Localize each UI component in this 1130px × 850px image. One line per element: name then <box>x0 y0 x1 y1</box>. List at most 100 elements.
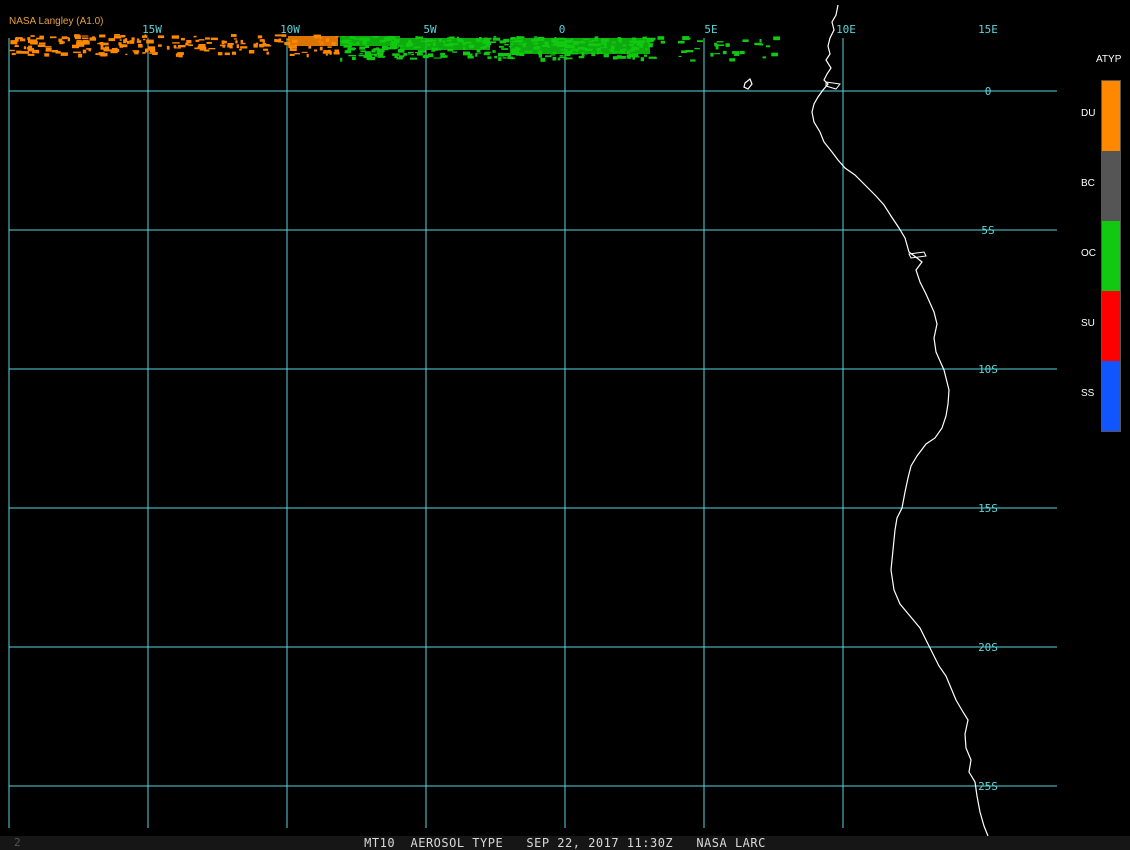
aerosol-pixel <box>178 53 183 58</box>
aerosol-pixel <box>559 55 564 57</box>
aerosol-pixel <box>262 40 265 43</box>
aerosol-pixel <box>640 57 644 62</box>
aerosol-pixel <box>612 56 618 60</box>
aerosol-pixel <box>392 53 400 56</box>
bioko-island-outline <box>743 78 753 90</box>
aerosol-pixel <box>76 40 83 42</box>
aerosol-pixel <box>204 49 210 52</box>
aerosol-pixel <box>359 53 363 55</box>
aerosol-pixel <box>105 53 108 57</box>
aerosol-pixel <box>263 48 269 51</box>
aerosol-pixel <box>507 55 511 59</box>
aerosol-pixel <box>45 50 53 52</box>
aerosol-pixel <box>174 47 181 49</box>
aerosol-pixel <box>417 50 426 53</box>
aerosol-pixel <box>340 57 343 62</box>
aerosol-pixel <box>681 50 687 53</box>
aerosol-pixel <box>334 49 340 53</box>
aerosol-pixel <box>440 55 448 58</box>
aerosol-pixel <box>644 54 648 57</box>
aerosol-pixel <box>618 55 626 59</box>
aerosol-pixel <box>739 50 745 55</box>
aerosol-pixel <box>306 53 309 58</box>
aerosol-pixel <box>51 50 59 53</box>
aerosol-pixel <box>725 43 730 47</box>
aerosol-pixel <box>411 53 414 56</box>
aerosol-pixel <box>396 57 403 60</box>
aerosol-pixel <box>21 51 30 54</box>
aerosol-pixel <box>27 46 32 50</box>
aerosol-pixel <box>717 44 725 46</box>
aerosol-pixel <box>253 43 258 46</box>
aerosol-pixel <box>492 37 501 41</box>
aerosol-pixel <box>240 39 243 43</box>
legend-label-du: DU <box>1081 108 1096 119</box>
aerosol-pixel <box>690 59 696 62</box>
aerosol-pixel <box>10 40 17 43</box>
aerosol-pixel <box>358 54 365 57</box>
aerosol-pixel <box>492 50 496 53</box>
aerosol-pixel <box>632 57 635 60</box>
aerosol-pixel <box>231 51 237 55</box>
aerosol-pixel <box>39 35 44 40</box>
aerosol-cluster <box>340 36 400 46</box>
aerosol-cluster <box>400 38 490 50</box>
aerosol-cluster <box>510 38 650 54</box>
aerosol-pixel <box>403 53 408 56</box>
aerosol-pixel <box>11 52 16 56</box>
aerosol-pixel <box>557 57 561 61</box>
aerosol-pixel <box>714 53 721 55</box>
aerosol-pixel <box>377 52 384 57</box>
aerosol-pixel <box>452 51 458 53</box>
aerosol-pixel <box>149 52 157 54</box>
aerosol-pixel <box>678 40 685 44</box>
aerosol-pixel <box>545 55 552 58</box>
latitude-label: 25S <box>978 780 998 793</box>
aerosol-pixel <box>323 50 331 54</box>
aerosol-pixel <box>136 40 142 43</box>
aerosol-pixel <box>533 36 538 38</box>
aerosol-cluster <box>288 36 338 46</box>
aerosol-pixel <box>60 52 68 56</box>
longitude-label: 10E <box>836 23 856 36</box>
aerosol-pixel <box>628 53 635 57</box>
aerosol-pixel <box>16 50 22 54</box>
aerosol-pixel <box>15 44 19 47</box>
aerosol-pixel <box>125 53 128 56</box>
aerosol-pixel <box>352 56 356 61</box>
aerosol-pixel <box>504 44 509 46</box>
aerosol-pixel <box>166 45 170 50</box>
aerosol-pixel <box>205 37 210 40</box>
aerosol-pixel <box>36 50 39 54</box>
aerosol-pixel <box>564 54 571 56</box>
aerosol-pixel <box>138 44 143 48</box>
aerosol-pixel <box>95 53 99 55</box>
latitude-label: 20S <box>978 641 998 654</box>
image-caption: MT10 AEROSOL TYPE SEP 22, 2017 11:30Z NA… <box>364 836 766 850</box>
aerosol-pixel <box>195 39 200 42</box>
aerosol-pixel <box>742 39 749 42</box>
aerosol-pixel <box>682 36 690 41</box>
aerosol-pixel <box>108 38 116 42</box>
aerosol-pixel <box>98 52 105 56</box>
aerosol-pixel <box>236 44 239 49</box>
aerosol-pixel <box>233 38 237 40</box>
aerosol-pixel <box>158 44 162 47</box>
aerosol-pixel <box>37 44 46 47</box>
aerosol-pixel <box>766 45 771 48</box>
aerosol-pixel <box>99 34 106 38</box>
aerosol-pixel <box>377 56 386 58</box>
aerosol-pixel <box>263 44 270 47</box>
aerosol-pixel <box>715 46 719 50</box>
legend-title: ATYP <box>1096 54 1122 65</box>
aerosol-pixel <box>208 48 216 50</box>
aerosol-pixel <box>131 37 135 41</box>
aerosol-pixel <box>314 49 318 52</box>
aerosol-pixel <box>73 51 81 54</box>
aerosol-pixel <box>359 46 366 50</box>
aerosol-pixel <box>603 53 609 58</box>
longitude-label: 15W <box>142 23 162 36</box>
aerosol-pixel <box>147 46 156 50</box>
aerosol-pixel <box>308 45 312 49</box>
lagoon-outline <box>908 251 927 259</box>
